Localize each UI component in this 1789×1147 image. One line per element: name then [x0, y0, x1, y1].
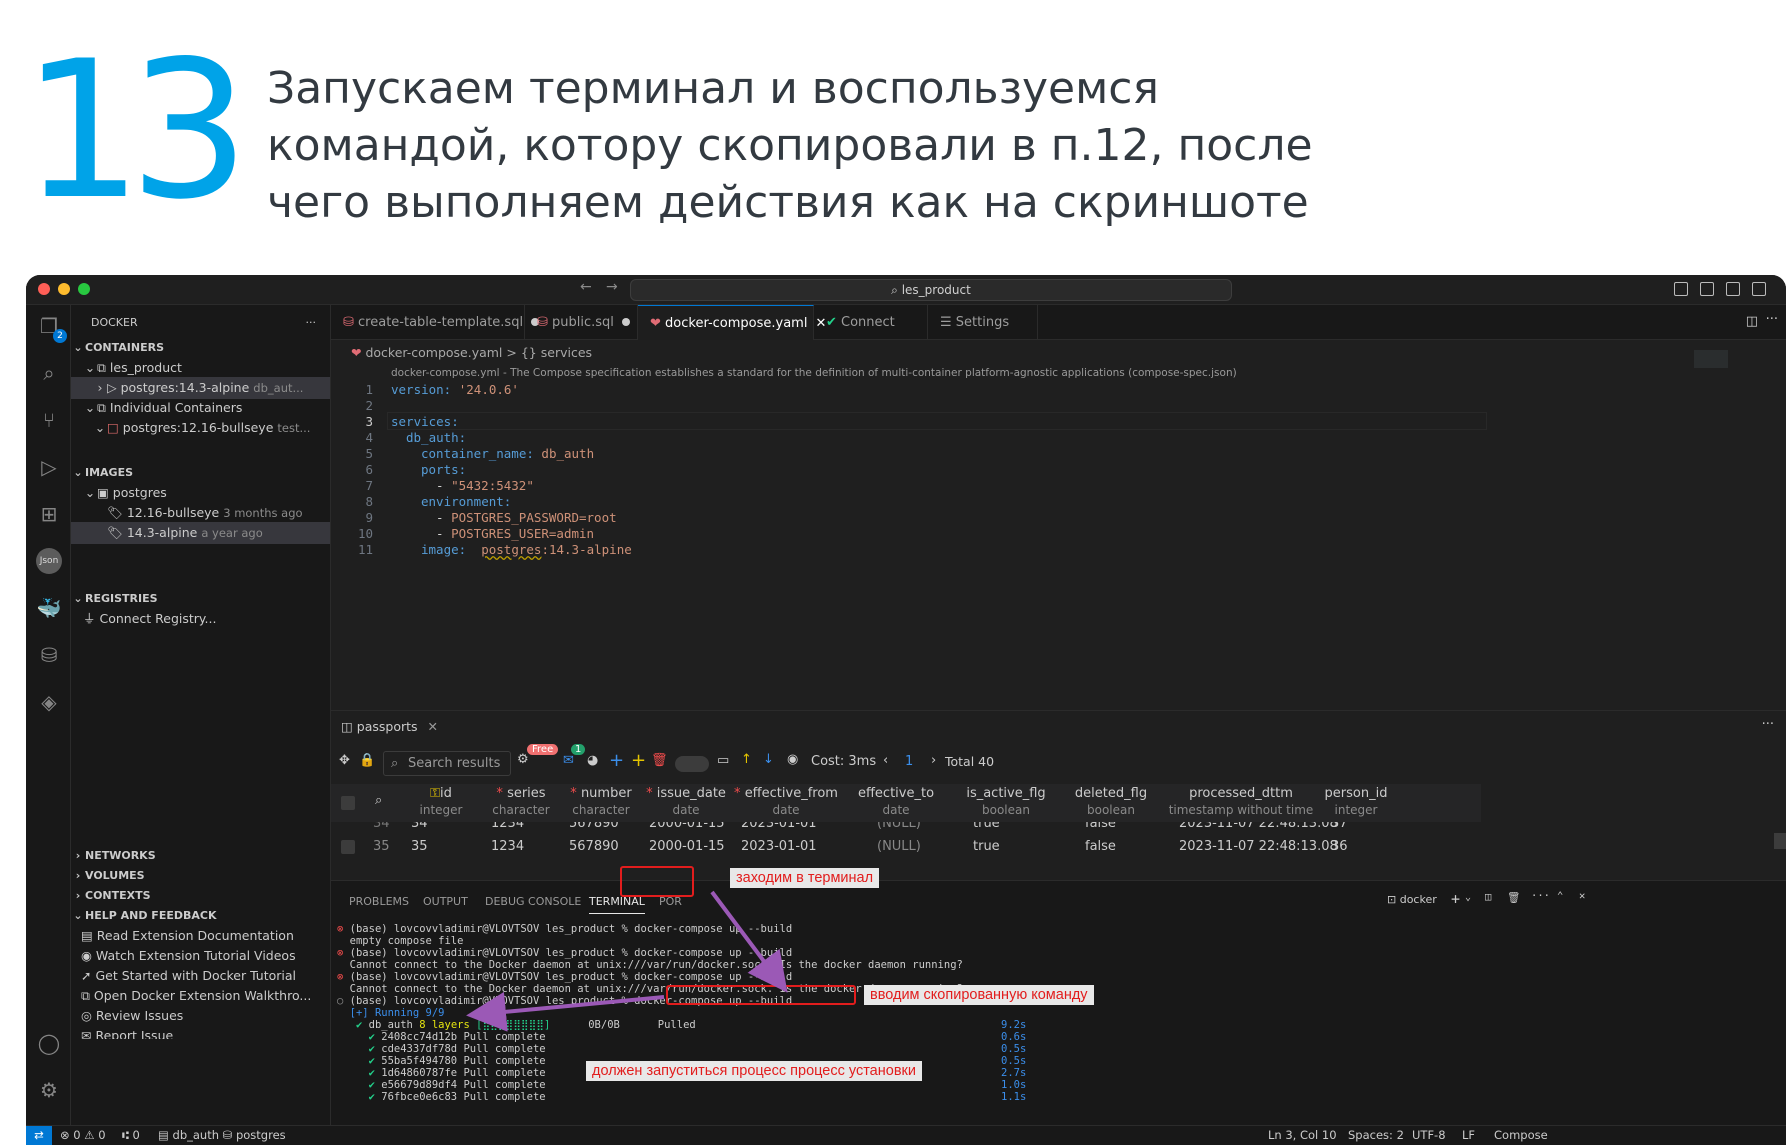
arrow-to-running	[466, 991, 665, 1032]
arrow-to-command	[710, 890, 788, 993]
annotation-arrows	[466, 890, 788, 1032]
